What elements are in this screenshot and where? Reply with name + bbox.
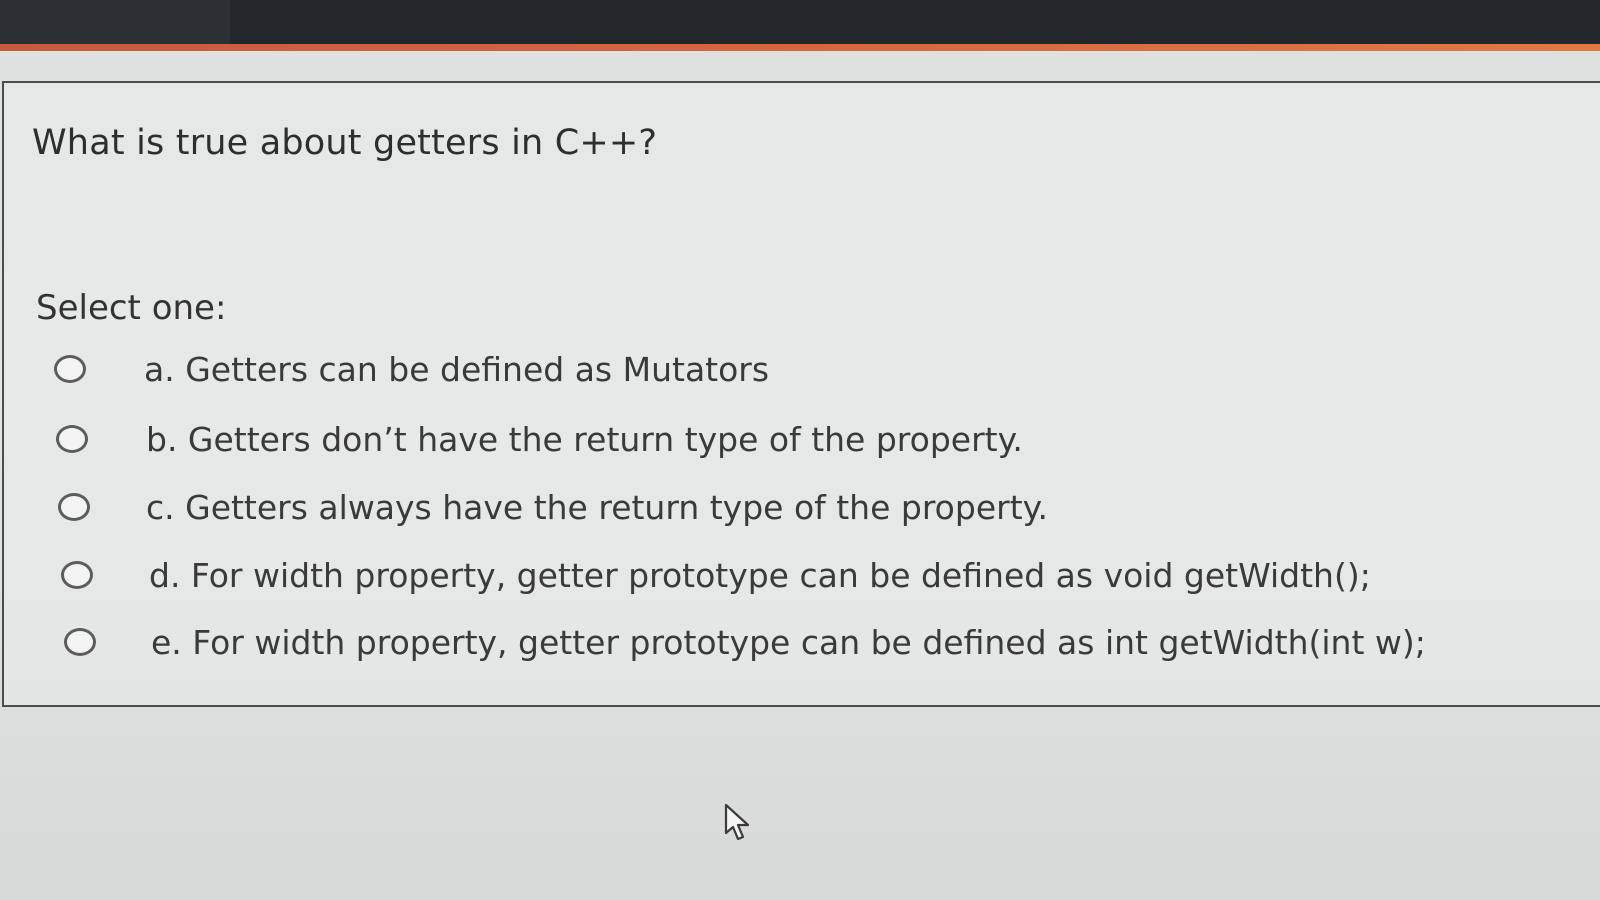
option-b-radio[interactable]: [56, 425, 88, 453]
option-a[interactable]: a. Getters can be defined as Mutators: [54, 347, 769, 391]
option-d[interactable]: d. For width property, getter prototype …: [61, 553, 1371, 597]
quiz-page: What is true about getters in C++? Selec…: [0, 51, 1600, 900]
option-c[interactable]: c. Getters always have the return type o…: [58, 485, 1048, 529]
top-bar: [0, 0, 1600, 44]
option-e-radio[interactable]: [64, 628, 96, 656]
select-one-label: Select one:: [36, 288, 227, 328]
option-b[interactable]: b. Getters don’t have the return type of…: [56, 417, 1023, 461]
option-a-radio[interactable]: [54, 355, 86, 383]
question-box: [2, 81, 1600, 707]
option-e-label[interactable]: e. For width property, getter prototype …: [151, 623, 1426, 662]
option-b-label[interactable]: b. Getters don’t have the return type of…: [146, 420, 1023, 459]
option-c-label[interactable]: c. Getters always have the return type o…: [146, 488, 1048, 527]
option-d-label[interactable]: d. For width property, getter prototype …: [149, 556, 1371, 595]
option-c-radio[interactable]: [58, 493, 90, 521]
accent-line: [0, 44, 1600, 51]
option-e[interactable]: e. For width property, getter prototype …: [64, 620, 1426, 664]
browser-tab-area: [0, 0, 230, 44]
mouse-pointer-icon: [724, 803, 750, 841]
option-d-radio[interactable]: [61, 561, 93, 589]
option-a-label[interactable]: a. Getters can be defined as Mutators: [144, 350, 769, 389]
question-text: What is true about getters in C++?: [32, 123, 658, 163]
